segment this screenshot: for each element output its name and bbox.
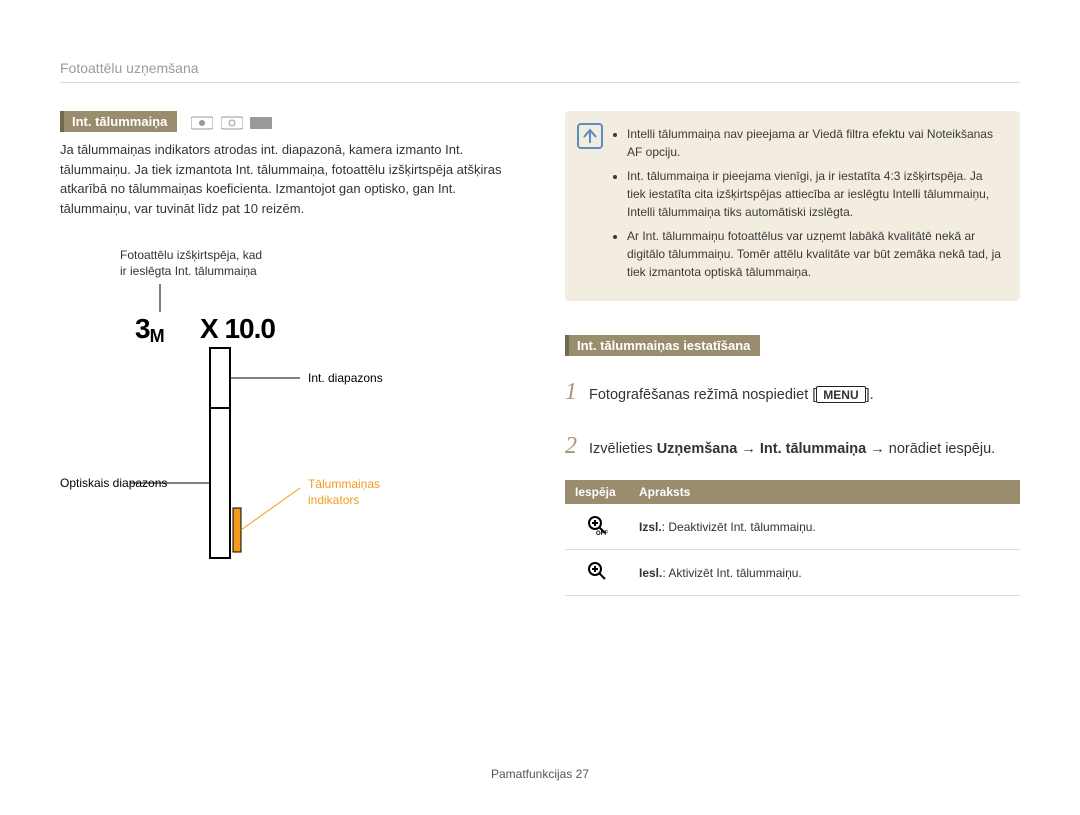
resolution-indicator: 3M <box>135 313 164 346</box>
zoom-indicator-label-1: Tālummaiņas <box>308 477 380 491</box>
table-row: OFF Izsl.: Deaktivizēt Int. tālummaiņu. <box>565 504 1020 550</box>
svg-text:OFF: OFF <box>596 531 608 536</box>
zoom-diagram: Fotoattēlu izšķirtspēja, kad ir ieslēgta… <box>60 248 470 588</box>
zoom-indicator-label-2: indikators <box>308 493 359 507</box>
zoom-factor: X 10.0 <box>200 313 275 344</box>
breadcrumb: Fotoattēlu uzņemšana <box>60 60 1020 83</box>
note-item: Intelli tālummaiņa nav pieejama ar Viedā… <box>627 125 1002 161</box>
note-icon <box>577 123 603 149</box>
section-header-int-zoom: Int. tālummaiņa <box>60 111 515 132</box>
settings-section: Int. tālummaiņas iestatīšana <box>565 335 1020 356</box>
step-2: 2 Izvēlieties Uzņemšana → Int. tālummaiņ… <box>565 428 1020 464</box>
scene-mode-icon <box>250 115 272 131</box>
right-column: Intelli tālummaiņa nav pieejama ar Viedā… <box>565 111 1020 596</box>
menu-button-icon: MENU <box>816 386 865 403</box>
options-table: Iespēja Apraksts OFF Izsl.: Deaktivizēt … <box>565 480 1020 596</box>
step-number: 1 <box>565 374 589 410</box>
options-header-option: Iespēja <box>565 480 629 504</box>
mode-icons-group <box>187 114 272 129</box>
program-mode-icon <box>221 115 243 131</box>
content-columns: Int. tālummaiņa Ja tālummaiņas indikator… <box>60 111 1020 596</box>
smart-mode-icon <box>191 115 213 131</box>
left-column: Int. tālummaiņa Ja tālummaiņas indikator… <box>60 111 515 596</box>
int-range-label: Int. diapazons <box>308 371 383 385</box>
table-row: Iesl.: Aktivizēt Int. tālummaiņu. <box>565 550 1020 596</box>
step-1: 1 Fotografēšanas režīmā nospiediet [MENU… <box>565 374 1020 410</box>
zoom-diagram-svg: 3M X 10.0 Int. diapazons Optiskais diapa… <box>60 248 470 588</box>
zoom-off-icon: OFF <box>565 504 629 550</box>
settings-badge: Int. tālummaiņas iestatīšana <box>565 335 760 356</box>
step-1-body: Fotografēšanas režīmā nospiediet [MENU]. <box>589 385 874 407</box>
option-on-desc: Iesl.: Aktivizēt Int. tālummaiņu. <box>629 550 1020 596</box>
zoom-on-icon <box>565 550 629 596</box>
note-item: Int. tālummaiņa ir pieejama vienīgi, ja … <box>627 167 1002 221</box>
options-header-desc: Apraksts <box>629 480 1020 504</box>
note-item: Ar Int. tālummaiņu fotoattēlus var uzņem… <box>627 227 1002 281</box>
int-zoom-badge: Int. tālummaiņa <box>60 111 177 132</box>
photo-resolution-label: Fotoattēlu izšķirtspēja, kad ir ieslēgta… <box>120 248 262 279</box>
note-box: Intelli tālummaiņa nav pieejama ar Viedā… <box>565 111 1020 301</box>
step-2-body: Izvēlieties Uzņemšana → Int. tālummaiņa … <box>589 439 995 461</box>
page-footer: Pamatfunkcijas 27 <box>0 767 1080 781</box>
step-number: 2 <box>565 428 589 464</box>
option-off-desc: Izsl.: Deaktivizēt Int. tālummaiņu. <box>629 504 1020 550</box>
optical-range-label: Optiskais diapazons <box>60 476 167 490</box>
int-zoom-description: Ja tālummaiņas indikators atrodas int. d… <box>60 140 515 218</box>
page-root: Fotoattēlu uzņemšana Int. tālummaiņa Ja … <box>0 0 1080 815</box>
